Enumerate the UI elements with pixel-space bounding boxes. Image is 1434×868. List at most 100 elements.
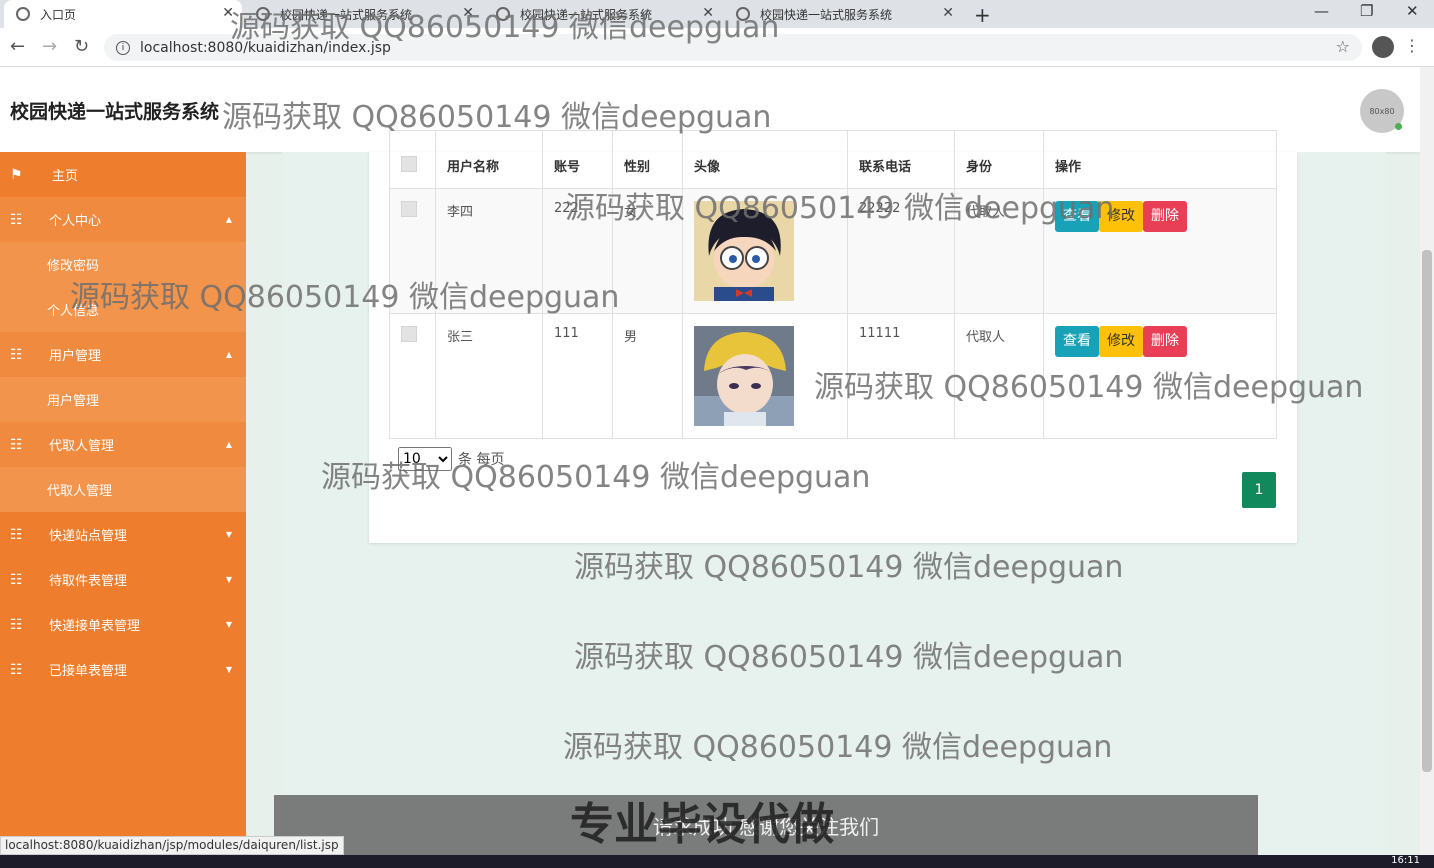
table-row: 张三 111 男 11111 代取人 查看 修改 删除 [389, 313, 1277, 439]
cell-role: 代取人 [954, 313, 1044, 439]
grid-icon: ☷ [10, 661, 23, 678]
address-bar: ← → ↻ i localhost:8080/kuaidizhan/index.… [0, 28, 1434, 67]
row-checkbox[interactable] [401, 201, 417, 217]
status-bar-url: localhost:8080/kuaidizhan/jsp/modules/da… [0, 836, 344, 855]
tab-title: 校园快递一站式服务系统 [520, 7, 653, 22]
minimize-icon[interactable]: — [1314, 2, 1329, 20]
profile-icon[interactable] [1372, 36, 1394, 58]
sidebar-subitem-personal-info[interactable]: 个人信息 [0, 287, 246, 332]
sidebar-item-home[interactable]: ⚑ 主页 [0, 152, 246, 197]
sidebar-item-agent-mgmt[interactable]: ☷ 代取人管理 ▲ [0, 422, 246, 467]
sidebar-subitem-agent-mgmt[interactable]: 代取人管理 [0, 467, 246, 512]
select-all-checkbox[interactable] [401, 156, 417, 172]
cell-actions: 查看 修改 删除 [1043, 188, 1277, 314]
close-icon[interactable]: ✕ [702, 5, 714, 21]
sidebar-item-personal-center[interactable]: ☷ 个人中心 ▲ [0, 197, 246, 242]
row-checkbox[interactable] [401, 326, 417, 342]
sidebar-subitem-change-password[interactable]: 修改密码 [0, 242, 246, 287]
sidebar: ⚑ 主页 ☷ 个人中心 ▲ 修改密码 个人信息 ☷ 用户管理 ▲ 用户管理 ☷ … [0, 152, 246, 868]
window-close-icon[interactable]: ✕ [1406, 2, 1419, 20]
caret-down-icon: ▼ [225, 665, 232, 674]
column-header: 用户名称 [435, 130, 543, 189]
sidebar-item-label: 用户管理 [47, 394, 100, 409]
page-button-current[interactable]: 1 [1242, 472, 1276, 508]
edit-button[interactable]: 修改 [1099, 201, 1143, 232]
column-header: 操作 [1043, 130, 1277, 189]
cell-phone: 11111 [847, 313, 955, 439]
grid-icon: ☷ [10, 436, 23, 453]
browser-tab-bar: 入口页 ✕ 校园快递一站式服务系统 ✕ 校园快递一站式服务系统 ✕ 校园快递一站… [0, 0, 1434, 28]
close-icon[interactable]: ✕ [222, 5, 234, 21]
sidebar-item-label: 代取人管理 [47, 484, 113, 499]
caret-down-icon: ▼ [225, 575, 232, 584]
select-all-cell [389, 130, 436, 189]
sidebar-item-station-mgmt[interactable]: ☷ 快递站点管理 ▼ [0, 512, 246, 557]
reload-icon[interactable]: ↻ [74, 36, 89, 57]
sidebar-item-accepted-mgmt[interactable]: ☷ 已接单表管理 ▼ [0, 647, 246, 692]
back-icon[interactable]: ← [10, 36, 25, 57]
delete-button[interactable]: 删除 [1143, 201, 1187, 232]
grid-icon: ☷ [10, 346, 23, 363]
url-field[interactable]: i localhost:8080/kuaidizhan/index.jsp [104, 34, 1362, 61]
globe-icon [256, 7, 270, 21]
url-text: localhost:8080/kuaidizhan/index.jsp [140, 39, 391, 56]
sidebar-subitem-user-mgmt[interactable]: 用户管理 [0, 377, 246, 422]
cell-account: 222 [542, 188, 613, 314]
view-button[interactable]: 查看 [1055, 326, 1099, 357]
cell-actions: 查看 修改 删除 [1043, 313, 1277, 439]
sidebar-item-label: 主页 [52, 169, 79, 184]
sidebar-item-user-mgmt[interactable]: ☷ 用户管理 ▲ [0, 332, 246, 377]
close-icon[interactable]: ✕ [462, 5, 474, 21]
cell-gender: 女 [612, 188, 683, 314]
forward-icon[interactable]: → [42, 36, 57, 57]
globe-icon [736, 7, 750, 21]
menu-icon[interactable]: ⋮ [1404, 36, 1420, 55]
sidebar-item-label: 待取件表管理 [49, 574, 128, 589]
page-size-select[interactable]: 10 [398, 447, 452, 471]
watermark-big-text: 专业毕设代做 [570, 799, 834, 850]
sidebar-item-label: 修改密码 [47, 259, 100, 274]
column-header: 身份 [954, 130, 1044, 189]
caret-down-icon: ▼ [225, 530, 232, 539]
grid-icon: ☷ [10, 571, 23, 588]
new-tab-icon[interactable]: + [974, 3, 991, 27]
column-header: 头像 [682, 130, 848, 189]
tab-title: 校园快递一站式服务系统 [760, 7, 893, 22]
cell-phone: 22222 [847, 188, 955, 314]
maximize-icon[interactable]: ❐ [1360, 2, 1373, 20]
agent-table: 用户名称 账号 性别 头像 联系电话 身份 操作 李四 222 女 22222 … [389, 130, 1277, 439]
sidebar-item-order-mgmt[interactable]: ☷ 快递接单表管理 ▼ [0, 602, 246, 647]
globe-icon [16, 7, 30, 21]
app-title: 校园快递一站式服务系统 [10, 101, 220, 123]
edit-button[interactable]: 修改 [1099, 326, 1143, 357]
info-icon[interactable]: i [116, 40, 130, 55]
cell-name: 李四 [435, 188, 543, 314]
sidebar-item-label: 快递站点管理 [49, 529, 128, 544]
grid-icon: ☷ [10, 211, 23, 228]
column-header: 账号 [542, 130, 613, 189]
cell-avatar [682, 313, 848, 439]
sidebar-item-label: 快递接单表管理 [49, 619, 141, 634]
flag-icon: ⚑ [10, 166, 23, 183]
cell-account: 111 [542, 313, 613, 439]
grid-icon: ☷ [10, 616, 23, 633]
table-header-row: 用户名称 账号 性别 头像 联系电话 身份 操作 [389, 130, 1277, 189]
online-status-dot [1395, 123, 1402, 130]
row-select-cell [389, 188, 436, 314]
column-header: 性别 [612, 130, 683, 189]
bookmark-star-icon[interactable]: ☆ [1336, 37, 1350, 56]
cell-role: 代取人 [954, 188, 1044, 314]
caret-up-icon: ▲ [225, 215, 232, 224]
browser-tab-2[interactable]: 校园快递一站式服务系统 ✕ [244, 0, 482, 28]
globe-icon [496, 7, 510, 21]
close-icon[interactable]: ✕ [942, 5, 954, 21]
scrollbar-thumb[interactable] [1422, 250, 1432, 772]
caret-down-icon: ▼ [225, 620, 232, 629]
browser-tab-1[interactable]: 入口页 ✕ [4, 0, 242, 28]
sidebar-item-pending-mgmt[interactable]: ☷ 待取件表管理 ▼ [0, 557, 246, 602]
caret-up-icon: ▲ [225, 440, 232, 449]
delete-button[interactable]: 删除 [1143, 326, 1187, 357]
browser-tab-4[interactable]: 校园快递一站式服务系统 ✕ [724, 0, 962, 28]
view-button[interactable]: 查看 [1055, 201, 1099, 232]
browser-tab-3[interactable]: 校园快递一站式服务系统 ✕ [484, 0, 722, 28]
